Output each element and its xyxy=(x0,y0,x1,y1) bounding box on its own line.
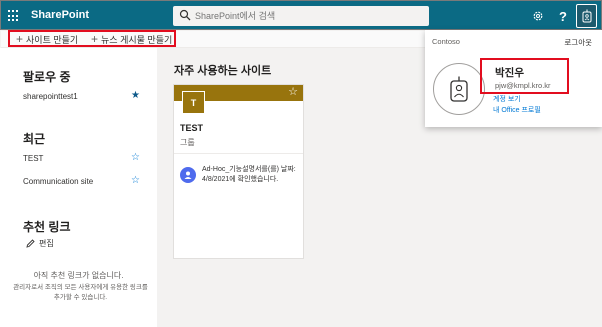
id-badge-icon xyxy=(450,76,468,102)
empty-links-description: 관리자로서 조직의 모든 사용자에게 유용한 링크를 추가할 수 있습니다. xyxy=(13,284,148,301)
recent-title: 최근 xyxy=(23,132,46,146)
frequent-sites-title: 자주 사용하는 사이트 xyxy=(174,65,272,77)
edit-links-button[interactable]: 편집 xyxy=(26,238,54,249)
view-account-link[interactable]: 계정 보기 xyxy=(493,94,521,104)
star-outline-icon[interactable]: ☆ xyxy=(131,176,140,186)
star-outline-icon[interactable]: ☆ xyxy=(288,87,298,98)
office-profile-link[interactable]: 내 Office 프로필 xyxy=(493,105,541,115)
suite-bar: SharePoint ? xyxy=(0,0,602,30)
activity-text[interactable]: Ad-Hoc_기능설명서를(를) 날짜: 4/8/2021에 확인했습니다. xyxy=(202,165,300,185)
site-type: 그룹 xyxy=(180,138,195,147)
help-button[interactable]: ? xyxy=(553,6,573,26)
sign-out-link[interactable]: 로그아웃 xyxy=(564,37,592,48)
account-button[interactable] xyxy=(576,4,597,28)
following-title: 팔로우 중 xyxy=(23,70,71,84)
settings-button[interactable] xyxy=(528,6,548,26)
card-divider xyxy=(174,153,303,154)
question-mark-icon: ? xyxy=(559,8,567,24)
site-card[interactable]: ☆ T TEST 그룹 Ad-Hoc_기능설명서를(를) 날짜: 4/8/202… xyxy=(173,84,304,259)
search-box[interactable] xyxy=(173,6,429,26)
empty-links-title: 아직 추천 링크가 없습니다. xyxy=(33,271,124,280)
user-highlight-box xyxy=(480,58,569,94)
search-input[interactable] xyxy=(195,8,420,24)
site-name[interactable]: TEST xyxy=(180,123,203,133)
recent-item-communication-site[interactable]: Communication site xyxy=(23,177,93,186)
person-icon xyxy=(180,167,196,183)
following-item-sharepointtest1[interactable]: sharepointtest1 xyxy=(23,92,78,101)
edit-label: 편집 xyxy=(39,239,54,248)
search-icon xyxy=(179,9,191,21)
suggested-links-title: 추천 링크 xyxy=(23,220,71,234)
app-launcher-icon[interactable] xyxy=(8,10,20,22)
org-name: Contoso xyxy=(432,37,460,46)
app-name[interactable]: SharePoint xyxy=(31,9,89,21)
gear-icon xyxy=(533,11,543,21)
star-outline-icon[interactable]: ☆ xyxy=(131,153,140,163)
avatar xyxy=(433,63,485,115)
star-filled-icon[interactable]: ★ xyxy=(131,91,140,101)
pencil-icon xyxy=(26,239,35,248)
site-logo: T xyxy=(182,91,205,114)
id-badge-icon xyxy=(582,9,591,23)
command-highlight-box xyxy=(8,30,176,47)
recent-item-test[interactable]: TEST xyxy=(23,154,43,163)
